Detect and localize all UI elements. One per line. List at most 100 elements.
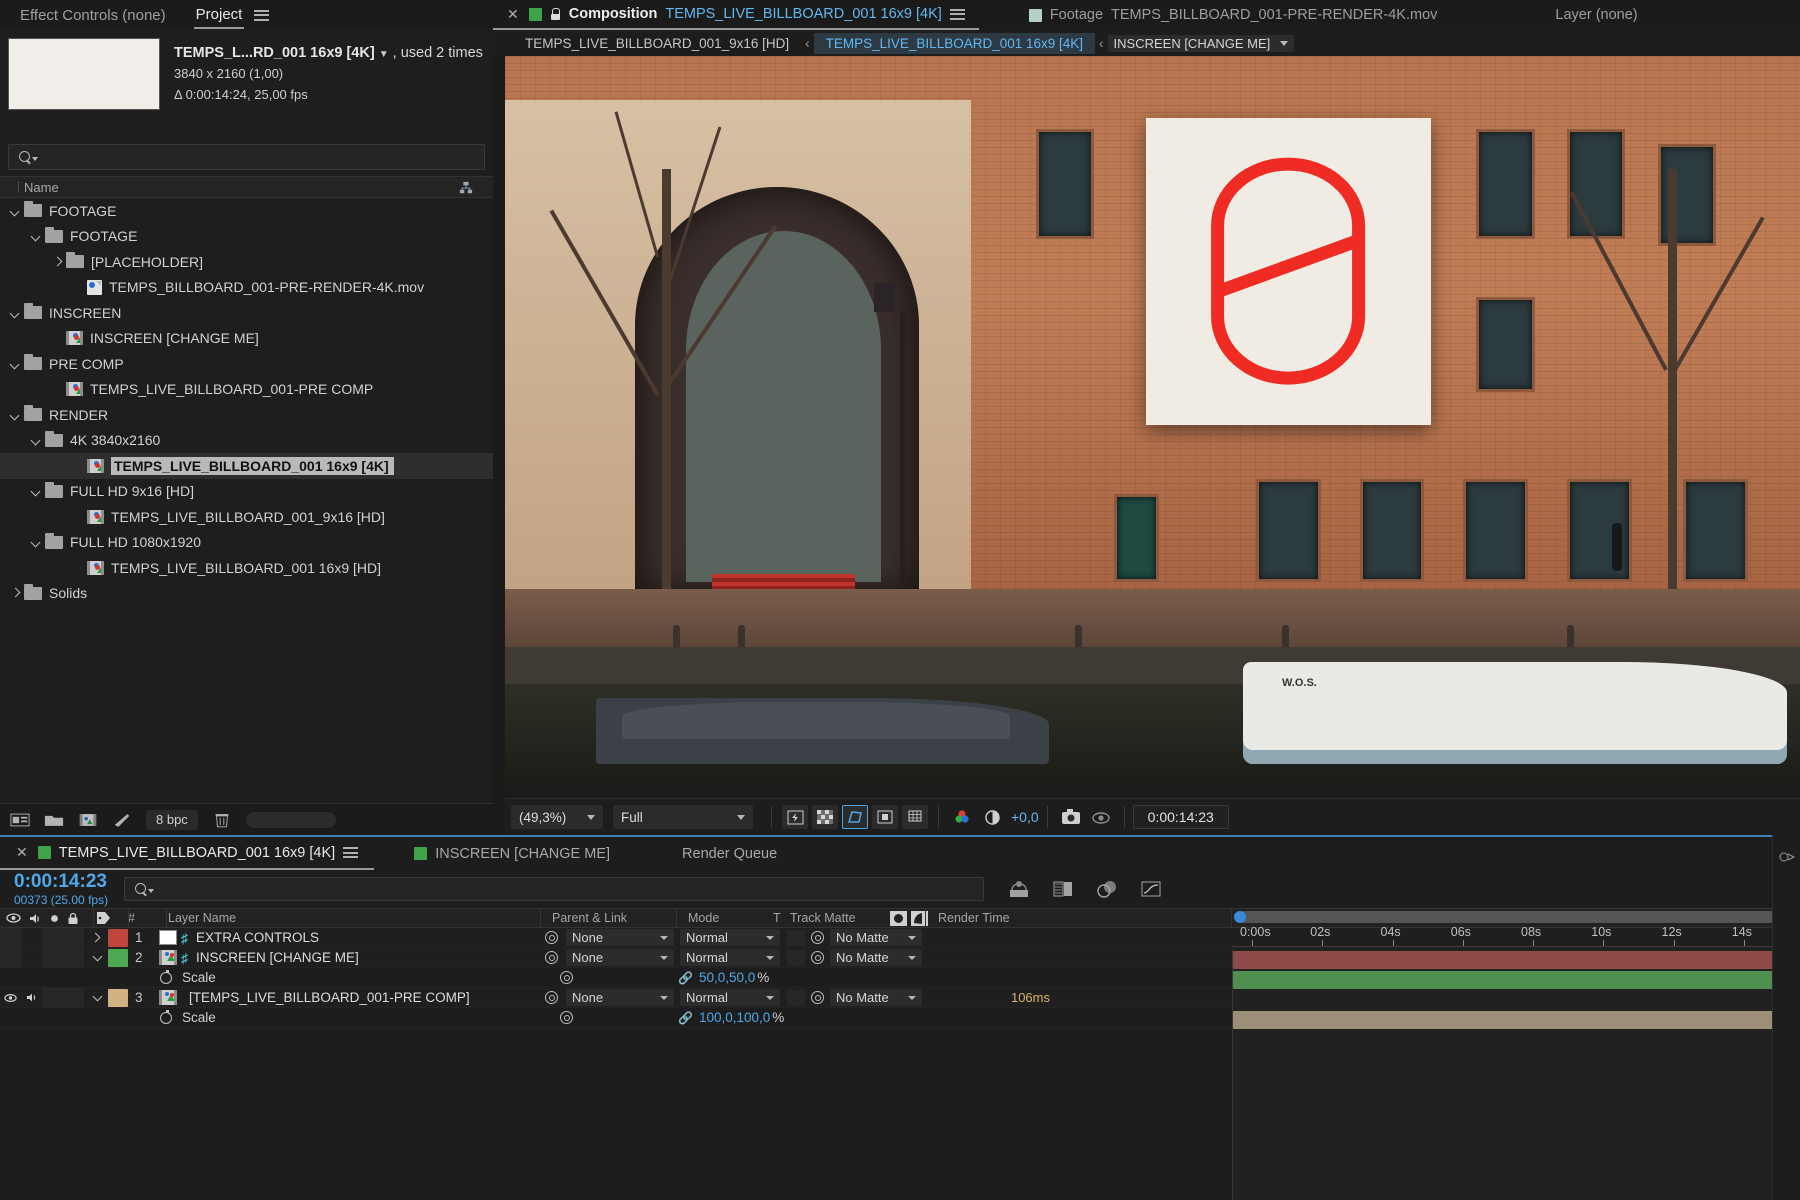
twirl-down-icon[interactable] xyxy=(29,433,43,447)
item-dropdown-icon[interactable]: ▼ xyxy=(379,49,389,60)
subtab-9x16[interactable]: TEMPS_LIVE_BILLBOARD_001_9x16 [HD] xyxy=(513,33,801,54)
blend-mode-select[interactable]: Normal xyxy=(680,929,780,946)
mask-shape-icon[interactable] xyxy=(842,805,868,829)
stopwatch-icon[interactable] xyxy=(160,1009,172,1024)
project-footer-scrollbar[interactable] xyxy=(245,811,336,828)
layer-lock-toggle[interactable] xyxy=(63,927,84,948)
transparency-grid-icon[interactable] xyxy=(812,805,838,829)
property-pickwhip-icon[interactable] xyxy=(560,971,573,984)
viewer-tab-footage[interactable]: Footage TEMPS_BILLBOARD_001-PRE-RENDER-4… xyxy=(1015,0,1452,30)
property-value[interactable]: 100,0,100,0 xyxy=(699,1010,770,1025)
property-pickwhip-icon[interactable] xyxy=(560,1011,573,1024)
twirl-down-icon[interactable] xyxy=(29,535,43,549)
project-tree-row[interactable]: TEMPS_BILLBOARD_001-PRE-RENDER-4K.mov xyxy=(0,275,493,301)
composition-stage[interactable]: W.O.S. xyxy=(505,56,1800,786)
tab-project[interactable]: Project xyxy=(193,2,245,29)
layer-label-color[interactable] xyxy=(108,948,128,967)
motion-blur-switch-icon[interactable] xyxy=(1778,849,1796,865)
chevron-left-icon-2[interactable]: ‹ xyxy=(1095,36,1108,51)
delete-icon[interactable] xyxy=(212,812,232,828)
layer-solo-toggle[interactable] xyxy=(42,947,63,968)
project-search-input[interactable] xyxy=(8,144,485,170)
bit-depth-button[interactable]: 8 bpc xyxy=(146,809,198,830)
timeline-layer-bar[interactable] xyxy=(1233,1011,1800,1029)
layer-lock-toggle[interactable] xyxy=(63,947,84,968)
track-matte-select[interactable]: No Matte xyxy=(830,989,922,1006)
property-value[interactable]: 50,0,50,0 xyxy=(699,970,755,985)
twirl-down-icon[interactable] xyxy=(8,306,22,320)
layer-label-color[interactable] xyxy=(108,988,128,1007)
matte-pickwhip-icon[interactable] xyxy=(811,951,824,964)
layer-parent-cell[interactable]: None xyxy=(545,929,690,946)
chevron-down-icon[interactable] xyxy=(1280,40,1289,46)
graph-editor-icon[interactable] xyxy=(1140,879,1162,899)
viewer-timecode[interactable]: 0:00:14:23 xyxy=(1132,805,1229,829)
show-snapshot-icon[interactable] xyxy=(1088,805,1114,829)
close-icon[interactable]: ✕ xyxy=(16,844,28,861)
new-comp-icon[interactable] xyxy=(10,812,30,828)
stopwatch-icon[interactable] xyxy=(160,969,172,984)
layer-label-color[interactable] xyxy=(108,928,128,947)
channel-color-icon[interactable] xyxy=(949,805,975,829)
parent-select[interactable]: None xyxy=(566,929,674,946)
adjust-icon[interactable] xyxy=(112,812,132,828)
viewer-panel-menu-icon[interactable] xyxy=(949,6,965,22)
pickwhip-icon[interactable] xyxy=(545,931,558,944)
blend-mode-select[interactable]: Normal xyxy=(680,949,780,966)
viewer-tab-composition[interactable]: ✕ Composition TEMPS_LIVE_BILLBOARD_001 1… xyxy=(493,0,979,30)
new-composition-icon[interactable] xyxy=(78,812,98,828)
timeline-layer-bar[interactable] xyxy=(1233,951,1800,969)
new-folder-icon[interactable] xyxy=(44,812,64,828)
project-tree-row[interactable]: FULL HD 1080x1920 xyxy=(0,530,493,556)
pickwhip-icon[interactable] xyxy=(545,991,558,1004)
project-item-tree[interactable]: FOOTAGE FOOTAGE [PLACEHOLDER] TEMPS_BILLBOA… xyxy=(0,198,493,606)
layer-parent-cell[interactable]: None xyxy=(545,989,690,1006)
layer-parent-cell[interactable]: None xyxy=(545,949,690,966)
timeline-tab-render-queue[interactable]: Render Queue xyxy=(666,837,793,870)
track-matte-select[interactable]: No Matte xyxy=(830,949,922,966)
project-tree-row[interactable]: TEMPS_LIVE_BILLBOARD_001 16x9 [HD] xyxy=(0,555,493,581)
layer-audio-toggle[interactable] xyxy=(21,948,42,968)
blend-mode-select[interactable]: Normal xyxy=(680,989,780,1006)
layer-audio-toggle[interactable] xyxy=(21,988,42,1008)
timeline-search-input[interactable] xyxy=(124,877,985,901)
resolution-select[interactable]: Full xyxy=(613,805,753,829)
project-tree-row[interactable]: TEMPS_LIVE_BILLBOARD_001 16x9 [4K] xyxy=(0,453,493,479)
project-tree-row[interactable]: PRE COMP xyxy=(0,351,493,377)
exposure-value[interactable]: +0,0 xyxy=(1007,809,1039,825)
layer-twirl-right-icon[interactable] xyxy=(86,932,108,943)
twirl-right-icon[interactable] xyxy=(50,255,64,269)
zoom-level-select[interactable]: (49,3%) xyxy=(511,805,603,829)
composition-mini-flowchart-icon[interactable] xyxy=(1008,879,1030,899)
timeline-layer-bar[interactable] xyxy=(1233,971,1800,989)
twirl-down-icon[interactable] xyxy=(8,357,22,371)
timeline-ruler-area[interactable]: 0:00s 02s 04s 06s 08s 10s 12s 14s xyxy=(1232,908,1800,1200)
subtab-inscreen[interactable]: INSCREEN [CHANGE ME] xyxy=(1107,34,1295,52)
project-tree-row[interactable]: FOOTAGE xyxy=(0,198,493,224)
twirl-down-icon[interactable] xyxy=(29,484,43,498)
project-tree-row[interactable]: 4K 3840x2160 xyxy=(0,428,493,454)
project-tree-row[interactable]: FOOTAGE xyxy=(0,224,493,250)
project-panel-menu-icon[interactable] xyxy=(254,7,270,23)
layer-visibility-toggle[interactable] xyxy=(0,988,21,1008)
pickwhip-icon[interactable] xyxy=(545,951,558,964)
tab-effect-controls[interactable]: Effect Controls (none) xyxy=(18,3,168,28)
draft-3d-icon[interactable] xyxy=(1052,879,1074,899)
layer-mode-cell[interactable]: Normal xyxy=(680,929,790,946)
chevron-left-icon[interactable]: ‹ xyxy=(801,36,814,51)
project-tree-row[interactable]: [PLACEHOLDER] xyxy=(0,249,493,275)
timeline-panel-menu-icon[interactable] xyxy=(343,845,359,861)
alpha-matte-icon[interactable] xyxy=(890,910,907,926)
layer-visibility-toggle[interactable] xyxy=(0,927,21,948)
track-matte-select[interactable]: No Matte xyxy=(830,929,922,946)
layer-lock-toggle[interactable] xyxy=(63,987,84,1008)
exposure-reset-icon[interactable] xyxy=(979,805,1005,829)
layer-audio-toggle[interactable] xyxy=(21,928,42,948)
parent-select[interactable]: None xyxy=(566,989,674,1006)
layer-twirl-down-icon[interactable] xyxy=(86,991,108,1001)
project-tree-row[interactable]: Solids xyxy=(0,581,493,607)
twirl-right-icon[interactable] xyxy=(8,586,22,600)
fast-preview-icon[interactable] xyxy=(782,805,808,829)
hide-shy-layers-icon[interactable] xyxy=(1096,879,1118,899)
project-tree-row[interactable]: TEMPS_LIVE_BILLBOARD_001-PRE COMP xyxy=(0,377,493,403)
